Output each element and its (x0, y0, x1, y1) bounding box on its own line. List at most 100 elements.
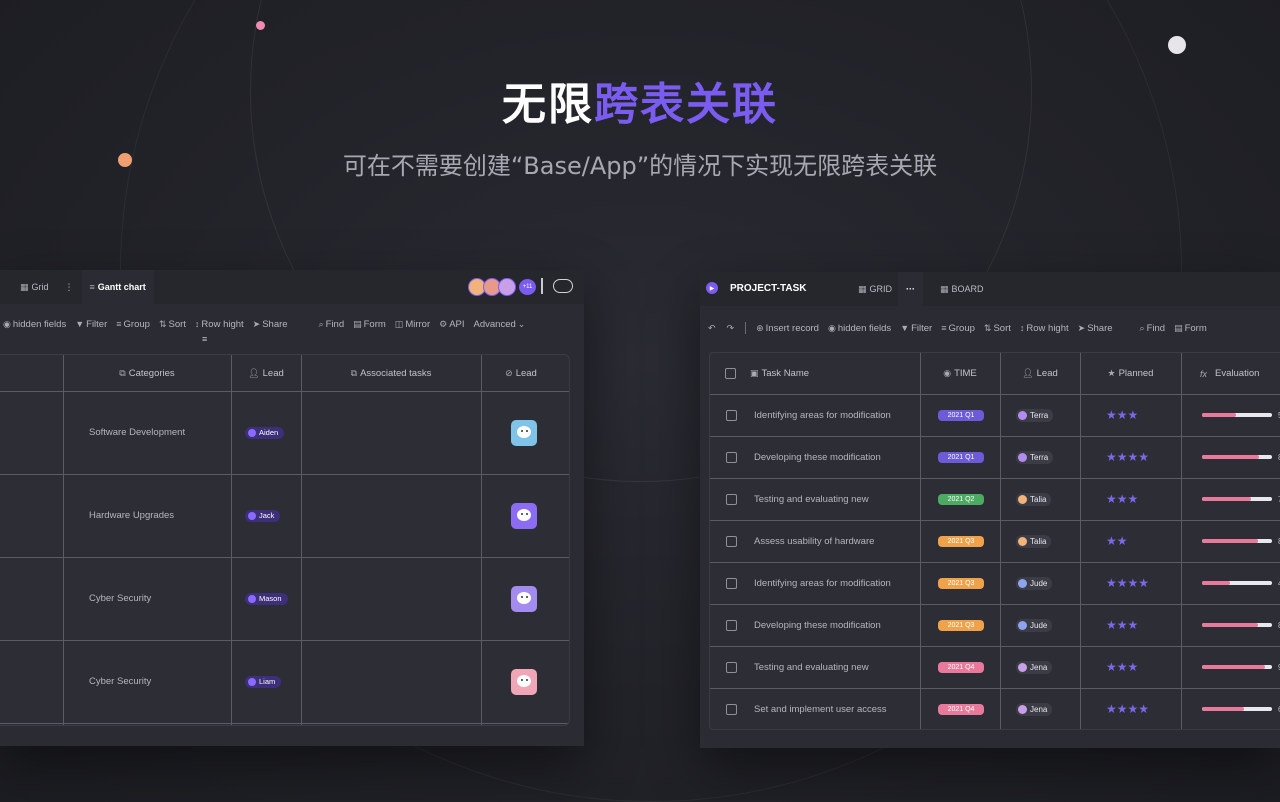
sort-button[interactable]: ⇅ Sort (984, 323, 1011, 334)
planned-cell[interactable]: ★★★ (1106, 604, 1138, 646)
avatar[interactable] (511, 668, 537, 695)
task-name-cell[interactable]: Developing these modification (754, 436, 881, 478)
avatar[interactable] (511, 502, 537, 529)
row-checkbox[interactable] (726, 688, 737, 729)
planned-cell[interactable]: ★★ (1106, 520, 1128, 562)
column-header-planned[interactable]: ★ Planned (1080, 353, 1181, 394)
task-name-cell[interactable]: Testing and evaluating new (754, 646, 869, 688)
time-cell[interactable]: 2021 Q3 (938, 520, 984, 562)
select-all-checkbox[interactable] (724, 353, 736, 394)
form-button[interactable]: ▤ Form (353, 319, 386, 330)
attachment-cell[interactable] (511, 474, 537, 557)
hidden-fields-button[interactable]: ◉ hidden fields (3, 319, 66, 330)
evaluation-cell[interactable]: 8 (1202, 436, 1280, 478)
group-button[interactable]: ≡ Group (116, 319, 150, 330)
row-checkbox[interactable] (726, 520, 737, 562)
insert-record-button[interactable]: ⊕ Insert record (756, 323, 819, 334)
category-cell[interactable]: Software Development (89, 391, 185, 474)
tab-gantt[interactable]: ≡ Gantt chart (81, 270, 154, 304)
evaluation-cell[interactable]: 6 (1202, 688, 1280, 729)
attachment-cell[interactable] (511, 391, 537, 474)
find-button[interactable]: ⌕ Find (1140, 323, 1166, 334)
avatar[interactable] (511, 585, 537, 612)
tab-more-button[interactable]: ⋮ (57, 270, 82, 304)
task-name-cell[interactable]: Set and implement user access (754, 688, 887, 729)
tab-board[interactable]: ▦ BOARD (932, 272, 992, 306)
category-cell[interactable]: Cyber Security (89, 557, 151, 640)
time-cell[interactable]: 2021 Q1 (938, 394, 984, 436)
sort-button[interactable]: ⇅ Sort (159, 319, 186, 330)
associated-tasks-cell[interactable] (301, 640, 481, 723)
form-button[interactable]: ▤ Form (1174, 323, 1207, 334)
table-row[interactable]: Set and implement user access 2021 Q4 Jena… (710, 688, 1280, 729)
category-cell[interactable]: Cyber Security (89, 640, 151, 723)
lead-cell[interactable]: Liam (245, 640, 282, 723)
associated-tasks-cell[interactable] (301, 391, 481, 474)
lead-cell[interactable]: Jack (245, 474, 281, 557)
tab-more-button[interactable]: ··· (898, 272, 923, 306)
table-row[interactable]: Developing these modification 2021 Q1 Terr… (710, 436, 1280, 479)
evaluation-cell[interactable]: 5 (1202, 394, 1280, 436)
api-button[interactable]: ⚙ API (439, 319, 464, 330)
table-row[interactable]: Testing and evaluating new 2021 Q4 Jena ★★★… (710, 646, 1280, 689)
attachment-cell[interactable] (511, 640, 537, 723)
category-cell[interactable]: Hardware Upgrades (89, 474, 174, 557)
table-row[interactable]: Cyber Security Mason (0, 557, 569, 641)
lead-cell[interactable]: Talia (1016, 478, 1052, 520)
lead-cell[interactable]: Mason (245, 557, 288, 640)
table-row[interactable]: Testing and evaluating new 2021 Q2 Talia ★★… (710, 478, 1280, 521)
table-row[interactable]: Cyber Security Liam (0, 640, 569, 724)
attachment-cell[interactable] (511, 557, 537, 640)
evaluation-cell[interactable]: 9 (1202, 646, 1280, 688)
row-checkbox[interactable] (726, 394, 737, 436)
table-row[interactable]: Software Development Aiden (0, 391, 569, 475)
lead-cell[interactable]: Jude (1016, 562, 1053, 604)
row-checkbox[interactable] (726, 604, 737, 646)
column-header-categories[interactable]: ⧉ Categories (63, 355, 231, 391)
task-name-cell[interactable]: Identifying areas for modification (754, 394, 891, 436)
redo-button[interactable]: ↷ (727, 323, 737, 334)
resize-handle-icon[interactable]: ≡ (202, 334, 207, 344)
time-cell[interactable]: 2021 Q4 (938, 688, 984, 729)
collaborator-avatars[interactable]: +11 (468, 278, 536, 296)
cloud-sync-icon[interactable] (553, 279, 573, 293)
time-cell[interactable]: 2021 Q2 (938, 478, 984, 520)
column-header-evaluation[interactable]: fx Evaluation (1200, 353, 1259, 394)
evaluation-cell[interactable]: 8 (1202, 604, 1280, 646)
lead-cell[interactable]: Talia (1016, 520, 1052, 562)
lead-cell[interactable]: Terra (1016, 436, 1054, 478)
row-height-button[interactable]: ↕ Row hight (195, 319, 244, 330)
time-cell[interactable]: 2021 Q3 (938, 562, 984, 604)
evaluation-cell[interactable]: 7 (1202, 478, 1280, 520)
share-button[interactable]: ➤ Share (253, 319, 288, 330)
lead-cell[interactable]: Jude (1016, 604, 1053, 646)
row-checkbox[interactable] (726, 646, 737, 688)
task-name-cell[interactable]: Assess usability of hardware (754, 520, 874, 562)
planned-cell[interactable]: ★★★★ (1106, 562, 1149, 604)
filter-button[interactable]: ▼ Filter (75, 319, 107, 330)
row-height-button[interactable]: ↕ Row hight (1020, 323, 1069, 334)
tab-grid[interactable]: ▦ GRID (850, 272, 900, 306)
planned-cell[interactable]: ★★★ (1106, 646, 1138, 688)
associated-tasks-cell[interactable] (301, 474, 481, 557)
avatar[interactable] (511, 419, 537, 446)
planned-cell[interactable]: ★★★ (1106, 394, 1138, 436)
row-checkbox[interactable] (726, 562, 737, 604)
row-checkbox[interactable] (726, 478, 737, 520)
hidden-fields-button[interactable]: ◉ hidden fields (828, 323, 891, 334)
column-header-lead[interactable]: 👤︎ Lead (1000, 353, 1080, 394)
lead-cell[interactable]: Jena (1016, 688, 1053, 729)
share-button[interactable]: ➤ Share (1078, 323, 1113, 334)
table-row[interactable]: Assess usability of hardware 2021 Q3 Talia… (710, 520, 1280, 563)
task-name-cell[interactable]: Testing and evaluating new (754, 478, 869, 520)
tab-grid[interactable]: ▦ Grid (0, 270, 57, 304)
time-cell[interactable]: 2021 Q3 (938, 604, 984, 646)
column-header-task-name[interactable]: ▣ Task Name (750, 353, 809, 394)
column-header-lead-attachment[interactable]: ⊘ Lead (481, 355, 561, 391)
filter-button[interactable]: ▼ Filter (900, 323, 932, 334)
task-name-cell[interactable]: Identifying areas for modification (754, 562, 891, 604)
table-row[interactable]: Identifying areas for modification 2021 Q… (710, 394, 1280, 437)
evaluation-cell[interactable]: 8 (1202, 520, 1280, 562)
row-checkbox[interactable] (726, 436, 737, 478)
column-header-lead[interactable]: 👤︎ Lead (231, 355, 301, 391)
